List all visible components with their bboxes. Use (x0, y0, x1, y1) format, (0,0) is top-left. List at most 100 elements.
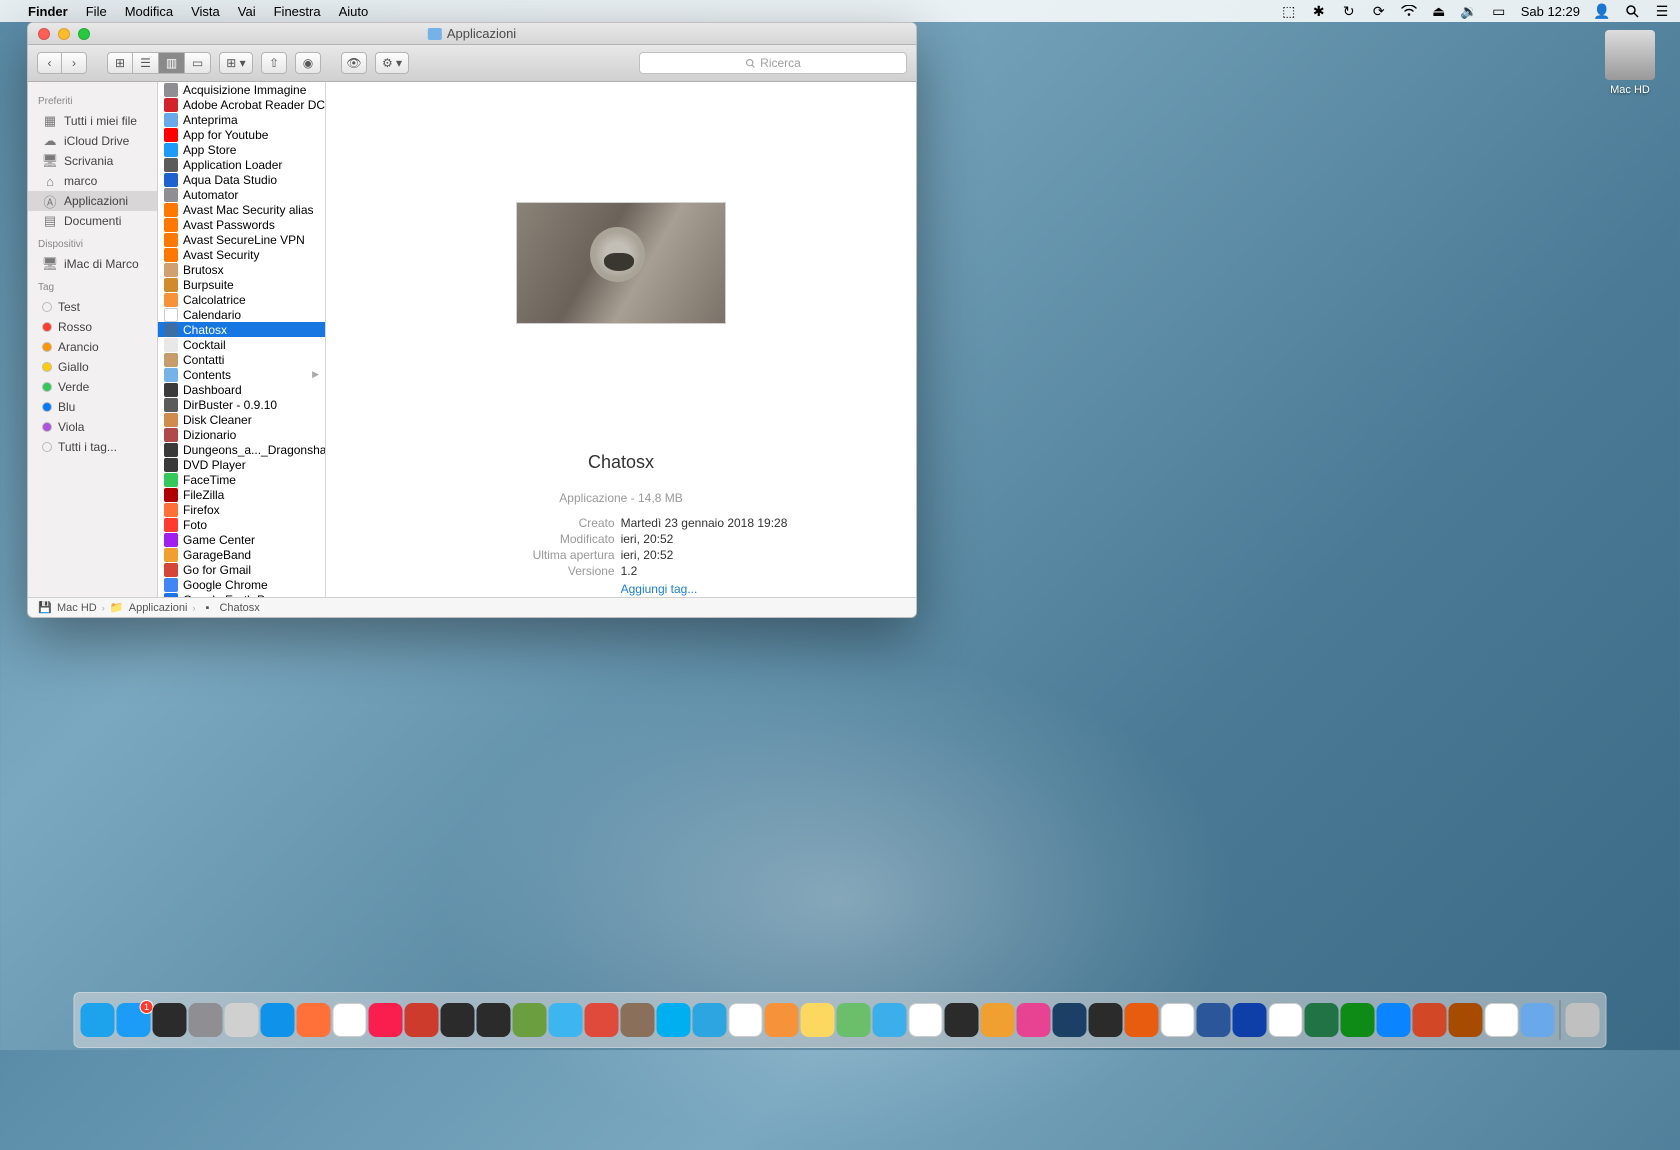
sidebar-item[interactable]: ⒶApplicazioni (28, 191, 157, 211)
file-row[interactable]: Avast SecureLine VPN (158, 232, 325, 247)
file-row[interactable]: GarageBand (158, 547, 325, 562)
file-row[interactable]: Avast Security (158, 247, 325, 262)
menuextra-sync[interactable]: ⟳ (1371, 3, 1387, 19)
file-row[interactable]: Avast Mac Security alias (158, 202, 325, 217)
menuextra-notifications[interactable]: ☰ (1654, 3, 1670, 19)
menuextra-wifi[interactable] (1401, 3, 1417, 19)
dock-app-clamxav[interactable] (405, 1003, 439, 1037)
file-row[interactable]: Contents▶ (158, 367, 325, 382)
dock-app-calculator[interactable] (765, 1003, 799, 1037)
sidebar-tag[interactable]: Giallo (28, 357, 157, 377)
dock-app-safari[interactable] (261, 1003, 295, 1037)
menuextra-volume[interactable]: 🔉 (1461, 3, 1477, 19)
path-segment[interactable]: Mac HD (57, 602, 97, 614)
sidebar-item[interactable]: 🖥iMac di Marco (28, 254, 157, 274)
dock-app-miro[interactable] (1089, 1003, 1123, 1037)
file-row[interactable]: DirBuster - 0.9.10 (158, 397, 325, 412)
dock-app-finder[interactable] (81, 1003, 115, 1037)
sidebar-tag[interactable]: Verde (28, 377, 157, 397)
dock-app-vlc[interactable] (1125, 1003, 1159, 1037)
dock-app-excel[interactable] (1305, 1003, 1339, 1037)
dock-app-xquartz[interactable] (513, 1003, 547, 1037)
view-icons-button[interactable]: ⊞ (107, 52, 133, 74)
file-row[interactable]: Game Center (158, 532, 325, 547)
sidebar-tag[interactable]: Tutti i tag... (28, 437, 157, 457)
file-row[interactable]: Calendario (158, 307, 325, 322)
dock-app-telegram[interactable] (693, 1003, 727, 1037)
dock-app-numbers[interactable] (1269, 1003, 1303, 1037)
dock-app-chrome[interactable] (333, 1003, 367, 1037)
file-row[interactable]: Go for Gmail (158, 562, 325, 577)
dock-app-terminal[interactable] (441, 1003, 475, 1037)
file-row[interactable]: FileZilla (158, 487, 325, 502)
file-row[interactable]: Dungeons_a..._Dragonshard (158, 442, 325, 457)
dock-app-impress[interactable] (1449, 1003, 1483, 1037)
file-row[interactable]: Acquisizione Immagine (158, 82, 325, 97)
sidebar-tag[interactable]: Viola (28, 417, 157, 437)
quicklook-button[interactable]: 👁 (341, 52, 367, 74)
dock-app-trash[interactable] (1566, 1003, 1600, 1037)
dock-app-sysprefs[interactable] (189, 1003, 223, 1037)
sidebar-tag[interactable]: Blu (28, 397, 157, 417)
dock-app-photos[interactable] (909, 1003, 943, 1037)
close-button[interactable] (38, 28, 50, 40)
dock-app-firefox[interactable] (297, 1003, 331, 1037)
add-tag-link[interactable]: Aggiungi tag... (621, 581, 698, 597)
file-row[interactable]: Cocktail (158, 337, 325, 352)
dock-app-messages[interactable] (549, 1003, 583, 1037)
menuextra-eject[interactable]: ⏏ (1431, 3, 1447, 19)
sidebar-tag[interactable]: Test (28, 297, 157, 317)
file-row[interactable]: Burpsuite (158, 277, 325, 292)
dock-app-itunes[interactable] (1017, 1003, 1051, 1037)
dock-app-powerpoint[interactable] (1413, 1003, 1447, 1037)
menuextra-antivirus[interactable]: ✱ (1311, 3, 1327, 19)
file-row[interactable]: App Store (158, 142, 325, 157)
zoom-button[interactable] (78, 28, 90, 40)
dock-app-iterm[interactable] (477, 1003, 511, 1037)
menuextra-spotlight[interactable] (1624, 3, 1640, 19)
file-row[interactable]: Aqua Data Studio (158, 172, 325, 187)
app-menu[interactable]: Finder (28, 4, 68, 19)
file-row[interactable]: Dashboard (158, 382, 325, 397)
file-row[interactable]: Application Loader (158, 157, 325, 172)
dock-app-image2icon[interactable] (585, 1003, 619, 1037)
sidebar-item[interactable]: ⌂marco (28, 171, 157, 191)
menu-go[interactable]: Vai (238, 4, 256, 19)
menuextra-clock[interactable]: Sab 12:29 (1521, 4, 1580, 19)
dock-app-maps[interactable] (837, 1003, 871, 1037)
file-row[interactable]: Avast Passwords (158, 217, 325, 232)
sidebar-item[interactable]: 🖥Scrivania (28, 151, 157, 171)
file-row[interactable]: Dizionario (158, 427, 325, 442)
minimize-button[interactable] (58, 28, 70, 40)
menu-window[interactable]: Finestra (274, 4, 321, 19)
menu-edit[interactable]: Modifica (125, 4, 173, 19)
dock-app-notes[interactable] (801, 1003, 835, 1037)
search-field[interactable]: Ricerca (639, 52, 907, 74)
file-row[interactable]: App for Youtube (158, 127, 325, 142)
menuextra-timemachine[interactable]: ↻ (1341, 3, 1357, 19)
dock-app-garageband[interactable] (981, 1003, 1015, 1037)
dock-app-gimp[interactable] (621, 1003, 655, 1037)
path-segment[interactable]: Chatosx (219, 602, 259, 614)
tag-button[interactable]: ◉ (295, 52, 321, 74)
dock-app-tunein[interactable] (1053, 1003, 1087, 1037)
dock-app-calc[interactable] (1341, 1003, 1375, 1037)
file-row[interactable]: FaceTime (158, 472, 325, 487)
menu-help[interactable]: Aiuto (339, 4, 369, 19)
file-row[interactable]: Automator (158, 187, 325, 202)
dock-app-istarmusic[interactable] (945, 1003, 979, 1037)
back-button[interactable]: ‹ (37, 52, 62, 74)
file-row[interactable]: Contatti (158, 352, 325, 367)
menu-view[interactable]: Vista (191, 4, 220, 19)
sidebar-item[interactable]: ▤Documenti (28, 211, 157, 231)
desktop-disk-icon[interactable]: Mac HD (1600, 30, 1660, 96)
forward-button[interactable]: › (62, 52, 87, 74)
dock-app-appstore[interactable]: 1 (117, 1003, 151, 1037)
file-row[interactable]: Brutosx (158, 262, 325, 277)
dock-app-keynote[interactable] (1377, 1003, 1411, 1037)
dock-app-launchpad[interactable] (225, 1003, 259, 1037)
dock-app-skype[interactable] (657, 1003, 691, 1037)
dock-app-word[interactable] (1197, 1003, 1231, 1037)
dock-app-textedit[interactable] (1485, 1003, 1519, 1037)
file-row[interactable]: Firefox (158, 502, 325, 517)
